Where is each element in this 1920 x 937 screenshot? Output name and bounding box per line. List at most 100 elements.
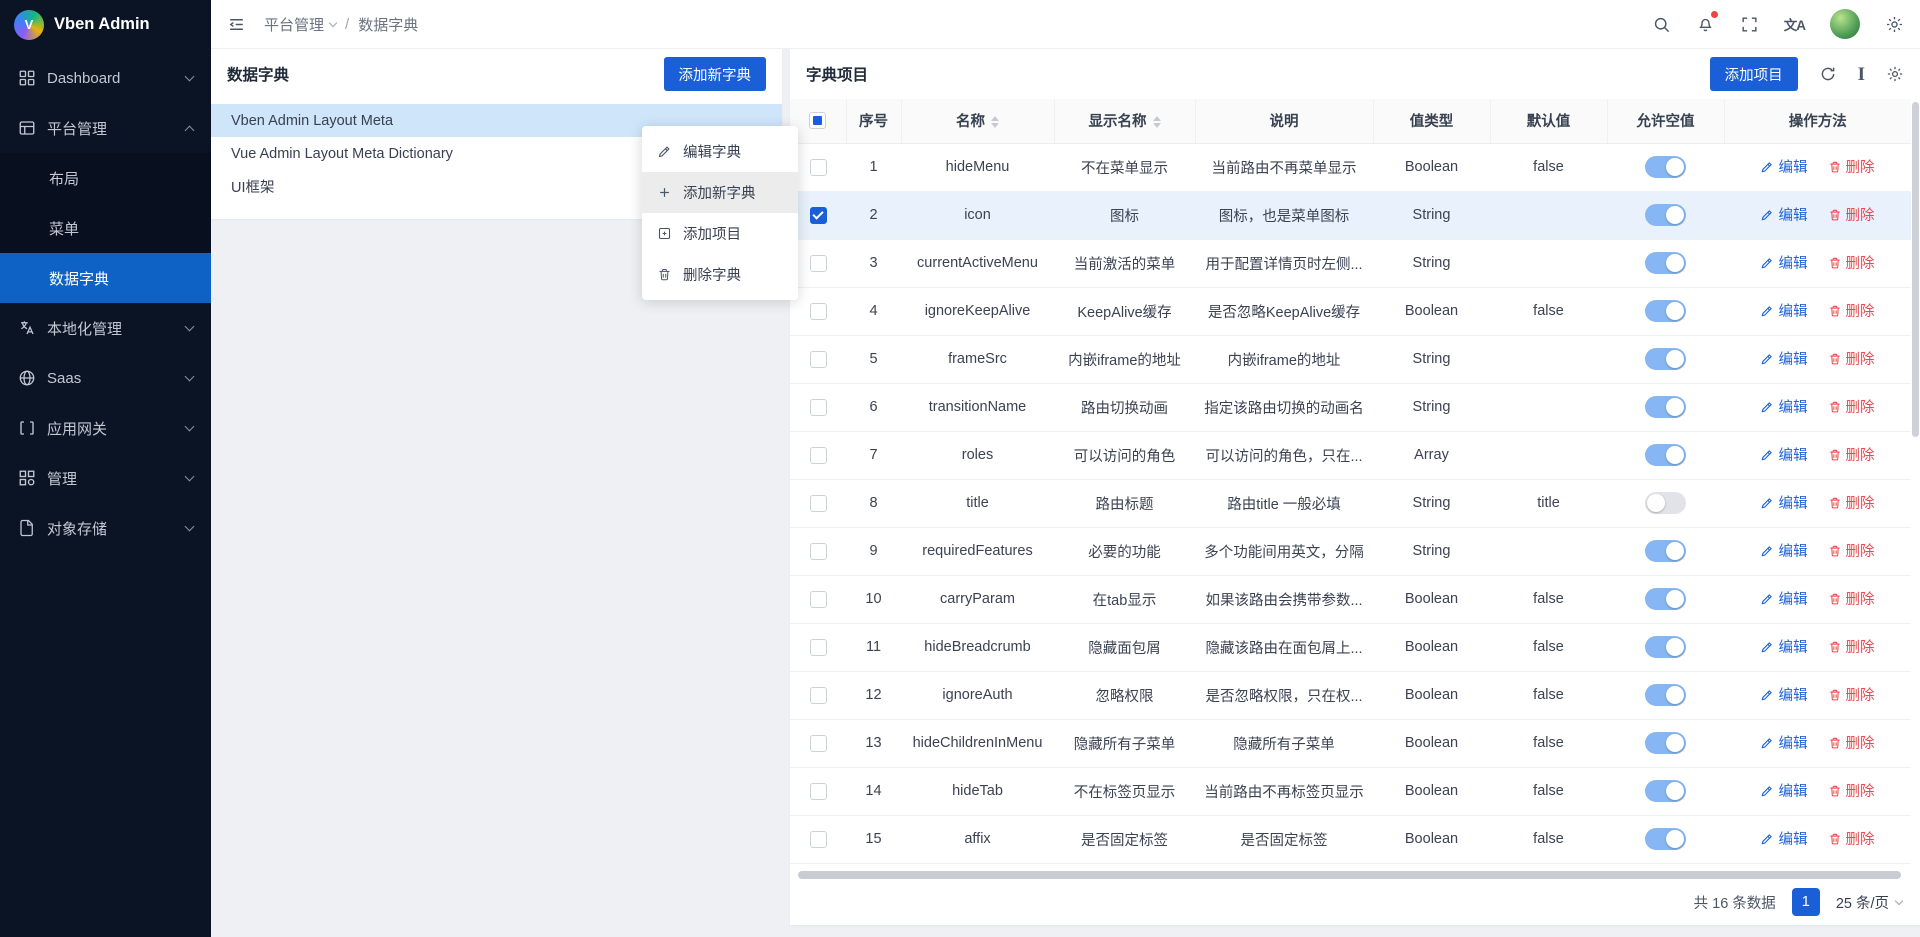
edit-link[interactable]: 编辑: [1760, 828, 1807, 849]
add-dictionary-button[interactable]: 添加新字典: [664, 57, 767, 91]
collapse-sidebar-icon[interactable]: [227, 15, 246, 34]
edit-link[interactable]: 编辑: [1760, 588, 1807, 609]
column-header-display-name[interactable]: 显示名称: [1054, 99, 1195, 143]
fullscreen-icon[interactable]: [1740, 15, 1759, 34]
delete-link[interactable]: 删除: [1828, 636, 1875, 657]
row-checkbox[interactable]: [810, 303, 827, 320]
edit-link[interactable]: 编辑: [1760, 780, 1807, 801]
delete-link[interactable]: 删除: [1828, 252, 1875, 273]
breadcrumb-data-dictionary[interactable]: 数据字典: [358, 14, 418, 35]
row-checkbox[interactable]: [810, 543, 827, 560]
allow-empty-toggle[interactable]: [1645, 300, 1686, 322]
delete-link[interactable]: 删除: [1828, 540, 1875, 561]
sidebar-item-layout[interactable]: 布局: [0, 153, 211, 203]
delete-link[interactable]: 删除: [1828, 492, 1875, 513]
allow-empty-toggle[interactable]: [1645, 636, 1686, 658]
row-height-icon[interactable]: I: [1858, 65, 1865, 84]
page-size-select[interactable]: 25 条/页: [1836, 892, 1902, 913]
edit-link[interactable]: 编辑: [1760, 492, 1807, 513]
sidebar-item-data-dictionary[interactable]: 数据字典: [0, 253, 211, 303]
allow-empty-toggle[interactable]: [1645, 156, 1686, 178]
delete-link[interactable]: 删除: [1828, 204, 1875, 225]
refresh-icon[interactable]: [1819, 65, 1837, 83]
row-checkbox[interactable]: [810, 351, 827, 368]
settings-gear-icon[interactable]: [1885, 15, 1904, 34]
row-checkbox[interactable]: [810, 591, 827, 608]
app-logo[interactable]: V Vben Admin: [0, 0, 211, 49]
sidebar-item-menu[interactable]: 菜单: [0, 203, 211, 253]
row-checkbox[interactable]: [810, 783, 827, 800]
delete-link[interactable]: 删除: [1828, 156, 1875, 177]
edit-link[interactable]: 编辑: [1760, 204, 1807, 225]
search-icon[interactable]: [1652, 15, 1671, 34]
allow-empty-toggle[interactable]: [1645, 828, 1686, 850]
sidebar-item-app-gateway[interactable]: 应用网关: [0, 403, 211, 453]
breadcrumb-platform-management[interactable]: 平台管理: [264, 14, 336, 35]
notification-bell-icon[interactable]: [1696, 15, 1715, 34]
delete-link[interactable]: 删除: [1828, 444, 1875, 465]
delete-link[interactable]: 删除: [1828, 348, 1875, 369]
edit-link[interactable]: 编辑: [1760, 348, 1807, 369]
row-checkbox[interactable]: [810, 159, 827, 176]
context-menu-add-dictionary[interactable]: 添加新字典: [642, 172, 798, 213]
allow-empty-toggle[interactable]: [1645, 684, 1686, 706]
language-switch-icon[interactable]: 文A: [1784, 14, 1805, 34]
delete-link[interactable]: 删除: [1828, 588, 1875, 609]
row-checkbox[interactable]: [810, 735, 827, 752]
row-checkbox[interactable]: [810, 447, 827, 464]
select-all-checkbox[interactable]: [809, 112, 826, 129]
table-settings-gear-icon[interactable]: [1886, 65, 1904, 83]
sort-icons[interactable]: [1153, 116, 1161, 128]
context-menu-add-item[interactable]: 添加项目: [642, 213, 798, 254]
row-checkbox[interactable]: [810, 207, 827, 224]
context-menu-delete-dictionary[interactable]: 删除字典: [642, 254, 798, 295]
allow-empty-toggle[interactable]: [1645, 540, 1686, 562]
vertical-scrollbar[interactable]: [1911, 99, 1920, 869]
allow-empty-toggle[interactable]: [1645, 732, 1686, 754]
sidebar-item-localization[interactable]: 本地化管理: [0, 303, 211, 353]
delete-link[interactable]: 删除: [1828, 396, 1875, 417]
row-checkbox[interactable]: [810, 399, 827, 416]
allow-empty-toggle[interactable]: [1645, 204, 1686, 226]
horizontal-scrollbar[interactable]: [798, 871, 1912, 879]
vertical-scrollbar-thumb[interactable]: [1912, 102, 1919, 437]
row-checkbox[interactable]: [810, 639, 827, 656]
edit-link[interactable]: 编辑: [1760, 252, 1807, 273]
sidebar-item-saas[interactable]: Saas: [0, 353, 211, 403]
allow-empty-toggle[interactable]: [1645, 492, 1686, 514]
sidebar-item-object-storage[interactable]: 对象存储: [0, 503, 211, 553]
allow-empty-toggle[interactable]: [1645, 444, 1686, 466]
page-1-button[interactable]: 1: [1792, 888, 1820, 916]
row-checkbox[interactable]: [810, 495, 827, 512]
delete-link[interactable]: 删除: [1828, 684, 1875, 705]
row-checkbox[interactable]: [810, 831, 827, 848]
edit-link[interactable]: 编辑: [1760, 636, 1807, 657]
delete-link[interactable]: 删除: [1828, 828, 1875, 849]
edit-link[interactable]: 编辑: [1760, 540, 1807, 561]
sort-icons[interactable]: [991, 116, 999, 128]
allow-empty-toggle[interactable]: [1645, 252, 1686, 274]
edit-link[interactable]: 编辑: [1760, 396, 1807, 417]
sidebar-item-dashboard[interactable]: Dashboard: [0, 53, 211, 103]
row-checkbox[interactable]: [810, 687, 827, 704]
allow-empty-toggle[interactable]: [1645, 348, 1686, 370]
edit-link[interactable]: 编辑: [1760, 300, 1807, 321]
context-menu-edit-dictionary[interactable]: 编辑字典: [642, 131, 798, 172]
user-avatar[interactable]: [1830, 9, 1860, 39]
column-header-name[interactable]: 名称: [901, 99, 1054, 143]
allow-empty-toggle[interactable]: [1645, 780, 1686, 802]
edit-link[interactable]: 编辑: [1760, 156, 1807, 177]
allow-empty-toggle[interactable]: [1645, 588, 1686, 610]
delete-link[interactable]: 删除: [1828, 732, 1875, 753]
edit-link[interactable]: 编辑: [1760, 444, 1807, 465]
sidebar-item-management[interactable]: 管理: [0, 453, 211, 503]
sidebar-item-platform-management[interactable]: 平台管理: [0, 103, 211, 153]
delete-link[interactable]: 删除: [1828, 300, 1875, 321]
row-checkbox[interactable]: [810, 255, 827, 272]
edit-link[interactable]: 编辑: [1760, 732, 1807, 753]
edit-link[interactable]: 编辑: [1760, 684, 1807, 705]
delete-link[interactable]: 删除: [1828, 780, 1875, 801]
add-item-button[interactable]: 添加项目: [1710, 57, 1798, 91]
allow-empty-toggle[interactable]: [1645, 396, 1686, 418]
horizontal-scrollbar-thumb[interactable]: [798, 871, 1901, 879]
